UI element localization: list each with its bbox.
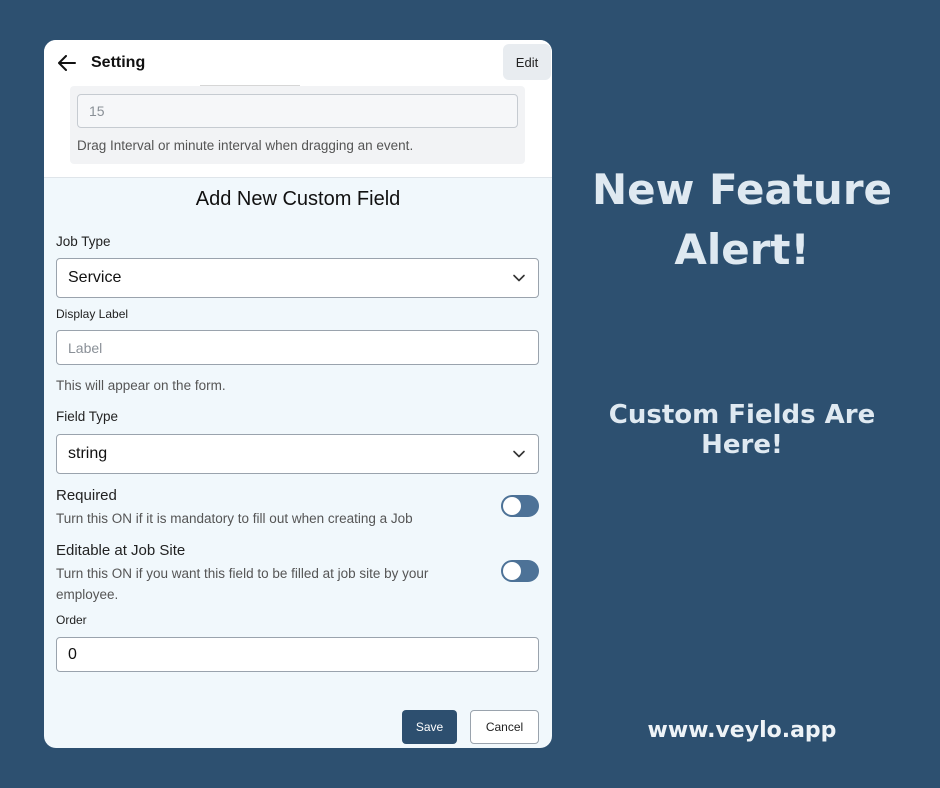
required-title: Required: [56, 487, 117, 504]
page-title: Setting: [91, 54, 146, 71]
promo-url: www.veylo.app: [647, 718, 837, 743]
form-title: Add New Custom Field: [195, 188, 401, 210]
editable-at-site-desc: Turn this ON if you want this field to b…: [56, 566, 429, 602]
display-label-hint: This will appear on the form.: [56, 378, 226, 393]
job-type-value: Service: [68, 269, 122, 286]
chevron-down-icon: [513, 450, 525, 458]
promo-headline: New Feature Alert!: [572, 160, 912, 280]
headline-line-2: Alert!: [674, 225, 810, 274]
chevron-down-icon: [513, 274, 525, 282]
toggle-knob: [503, 497, 521, 515]
order-label: Order: [56, 613, 87, 627]
top-bar: Setting Edit 15 Drag Interval or minute …: [44, 40, 552, 178]
display-label-label: Display Label: [56, 307, 129, 321]
cancel-button[interactable]: Cancel: [470, 710, 539, 744]
field-type-value: string: [68, 445, 108, 462]
settings-panel: Setting Edit 15 Drag Interval or minute …: [44, 40, 552, 748]
drag-interval-section: 15 Drag Interval or minute interval when…: [70, 85, 525, 164]
display-label-input[interactable]: Label: [56, 330, 539, 365]
drag-interval-help: Drag Interval or minute interval when dr…: [77, 138, 414, 153]
job-type-label: Job Type: [56, 234, 111, 249]
field-type-label: Field Type: [56, 409, 119, 424]
editable-at-site-toggle[interactable]: [501, 560, 539, 582]
toggle-knob: [503, 562, 521, 580]
field-type-select[interactable]: string: [56, 434, 539, 474]
divider: [44, 177, 552, 178]
job-type-select[interactable]: Service: [56, 258, 539, 298]
clipped-label: [200, 80, 300, 86]
headline-line-1: New Feature: [591, 165, 893, 214]
editable-at-site-title: Editable at Job Site: [56, 542, 186, 559]
arrow-left-icon: [58, 55, 76, 71]
required-desc: Turn this ON if it is mandatory to fill …: [56, 511, 413, 526]
save-button[interactable]: Save: [402, 710, 457, 744]
edit-button[interactable]: Edit: [503, 44, 551, 80]
required-toggle[interactable]: [501, 495, 539, 517]
drag-interval-input[interactable]: 15: [77, 94, 518, 128]
order-input[interactable]: 0: [56, 637, 539, 672]
promo-subhead: Custom Fields Are Here!: [608, 400, 876, 460]
back-button[interactable]: [56, 52, 78, 74]
